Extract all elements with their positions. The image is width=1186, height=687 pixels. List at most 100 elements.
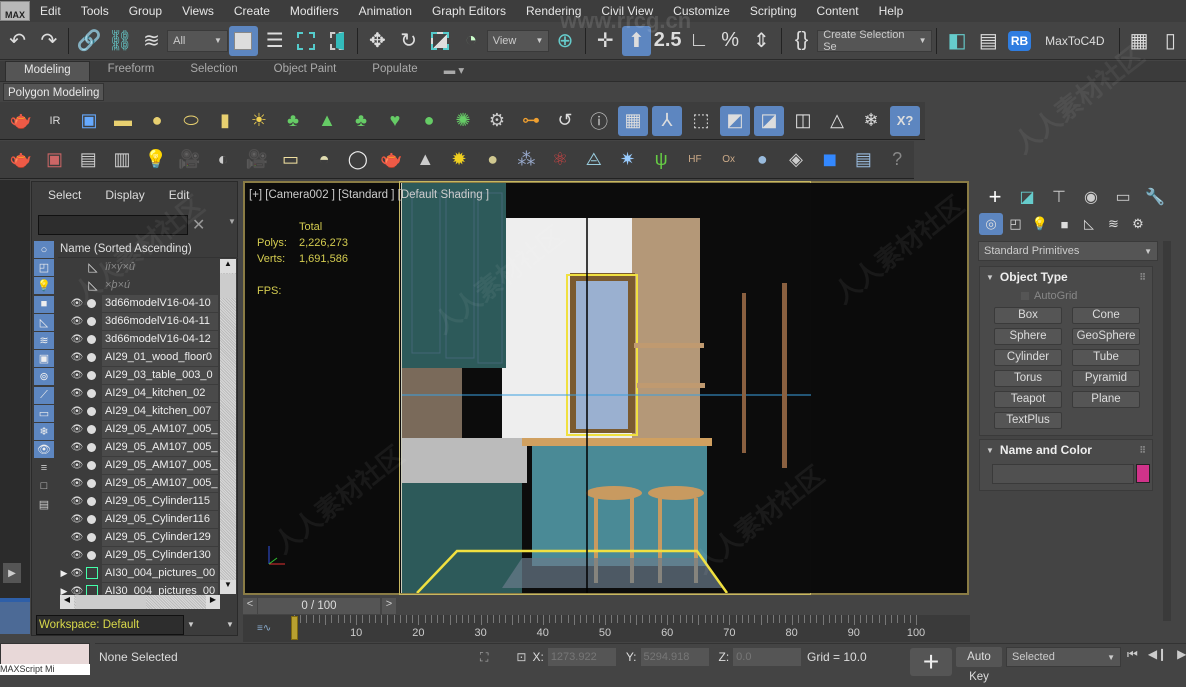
freeze-toggle-icon[interactable] [87,550,96,560]
menu-modifiers[interactable]: Modifiers [280,4,349,18]
aperture-icon[interactable]: ✺ [448,106,478,136]
menu-animation[interactable]: Animation [349,4,422,18]
visibility-eye-icon[interactable]: 👁 [70,568,84,579]
freeze-toggle-icon[interactable] [87,442,96,452]
filter-spacewarps-icon[interactable]: ≋ [34,331,54,349]
tab-populate[interactable]: Populate [354,61,435,81]
select-manipulate-icon[interactable]: ✛ [591,26,620,56]
track-bar[interactable]: ≡∿ 0102030405060708090100 [243,615,970,642]
freeze-snap-icon[interactable]: ❄ [856,106,886,136]
sphere-button[interactable]: Sphere [994,328,1062,345]
chevron-down-icon[interactable]: ▼ [228,217,236,226]
command-panel-scrollbar[interactable] [1163,241,1171,621]
named-selection-set-dropdown[interactable]: Create Selection Se ▼ [817,29,933,53]
cone-button[interactable]: Cone [1072,307,1140,324]
reset-icon[interactable]: ↺ [550,106,580,136]
pivot-snap-icon[interactable]: ◫ [788,106,818,136]
scene-converter-icon[interactable]: ▤ [849,145,879,175]
viewport-layout-tab[interactable] [0,598,30,634]
light-lister-icon[interactable]: 💡 [141,145,171,175]
expand-panel-icon[interactable]: ▶ [3,563,21,583]
explorer-column-header[interactable]: Name (Sorted Ascending) [58,240,238,258]
align-icon[interactable]: ▤ [974,26,1003,56]
select-object-icon[interactable] [228,25,259,56]
scroll-left-icon[interactable]: ◀ [60,595,74,609]
edit-named-selection-icon[interactable]: {} [787,26,816,56]
scroll-right-icon[interactable]: ▶ [206,595,220,609]
utilities-tab-icon[interactable]: 🔧 [1139,184,1171,210]
freeze-toggle-icon[interactable] [87,334,96,344]
physical-camera-icon[interactable]: ◐ [208,145,238,175]
primitive-type-dropdown[interactable]: Standard Primitives ▼ [978,241,1158,261]
sun-light-icon[interactable]: ☀ [244,106,274,136]
filter-bones-icon[interactable]: ⟋ [34,386,54,404]
window-crossing-icon[interactable] [323,26,352,56]
menu-edit[interactable]: Edit [30,4,71,18]
current-frame-marker[interactable] [291,616,298,640]
displacement-icon[interactable]: ✷ [613,145,643,175]
helpers-category-icon[interactable]: ◺ [1077,213,1101,235]
spacewarps-category-icon[interactable]: ≋ [1102,213,1126,235]
tab-freeform[interactable]: Freeform [90,61,173,81]
grass-icon[interactable]: ψ [646,145,676,175]
camera-red-icon[interactable]: 🎥 [242,145,272,175]
previous-key-icon[interactable]: ◀❙ [1148,647,1167,662]
mirror-icon[interactable]: ◧ [942,26,971,56]
teapot-button[interactable]: Teapot [994,391,1062,408]
heart-leaf-icon[interactable]: ♥ [380,106,410,136]
freeze-toggle-icon[interactable] [87,478,96,488]
grip-icon[interactable]: ⠿ [1139,445,1146,456]
menu-customize[interactable]: Customize [663,4,740,18]
rb-plugin-button[interactable]: RB [1005,26,1034,56]
visibility-eye-icon[interactable]: 👁 [70,388,84,399]
explorer-row[interactable]: 👁 AI29_03_table_003_0 [58,366,218,384]
visibility-eye-icon[interactable]: 👁 [70,370,84,381]
visibility-eye-icon[interactable]: 👁 [70,352,84,363]
filter-geometry-icon[interactable]: ○ [34,241,54,258]
camera-icon[interactable]: 🎥 [175,145,205,175]
pivot-center-icon[interactable]: ⊕ [550,26,579,56]
explorer-hscroll-thumb[interactable] [76,595,146,609]
ies-light-icon[interactable]: ▲ [410,145,440,175]
camera-viewport[interactable]: [+] [Camera002 ] [Standard ] [Default Sh… [243,181,969,595]
ambient-light-icon[interactable]: ● [478,145,508,175]
cylinder-button[interactable]: Cylinder [994,349,1062,366]
info-icon[interactable]: ⓘ [584,106,614,136]
sun-icon[interactable]: ✹ [444,145,474,175]
explorer-menu-display[interactable]: Display [89,188,152,202]
explorer-row[interactable]: 👁 3d66modelV16-04-12 [58,330,218,348]
freeze-toggle-icon[interactable] [87,496,96,506]
curve-editor-icon[interactable]: ≡∿ [257,623,271,634]
freeze-toggle-icon[interactable] [87,514,96,524]
y-coordinate-field[interactable]: 5294.918 [640,648,709,666]
explorer-row[interactable]: 👁 AI29_05_AM107_005_ [58,438,218,456]
visibility-eye-icon[interactable]: 👁 [70,442,84,453]
menu-help[interactable]: Help [869,4,914,18]
set-key-icon[interactable]: + [910,648,952,676]
visibility-eye-icon[interactable]: 👁 [70,406,84,417]
material-sphere-icon[interactable]: ● [747,145,777,175]
freeze-toggle-icon[interactable] [87,388,96,398]
go-to-start-icon[interactable]: ⏮ [1127,647,1138,662]
filter-hidden-icon[interactable]: 👁 [34,441,54,459]
hair-icon[interactable]: HF [680,145,710,175]
filter-cameras-icon[interactable]: ■ [34,295,54,313]
unlink-icon[interactable]: ⛓ [106,26,135,56]
tab-object-paint[interactable]: Object Paint [256,61,355,81]
layer-explorer-icon[interactable]: ▯ [1156,26,1185,56]
create-tab-icon[interactable]: + [979,184,1011,210]
explorer-row[interactable]: 👁 AI29_04_kitchen_02 [58,384,218,402]
place-icon[interactable]: ◔ [456,26,485,56]
auto-key-button[interactable]: Auto Key [956,647,1002,683]
vertex-snap-icon[interactable]: ⅄ [652,105,682,136]
cameras-category-icon[interactable]: ■ [1053,213,1077,235]
ribbon-options-icon[interactable]: ▬ ▾ [436,61,472,81]
explorer-vertical-scrollbar[interactable] [220,259,236,594]
explorer-row[interactable]: ◺ ïi×ý×û [58,258,218,276]
frame-buffer-icon[interactable]: ▣ [40,145,70,175]
motion-tab-icon[interactable]: ◉ [1075,184,1107,210]
maxscript-mini-listener[interactable]: MAXScript Mi [0,664,90,675]
selection-filter-dropdown[interactable]: All ▼ [167,29,228,52]
polygon-modeling-panel[interactable]: Polygon Modeling [3,83,105,101]
help-icon[interactable]: ? [882,145,912,175]
